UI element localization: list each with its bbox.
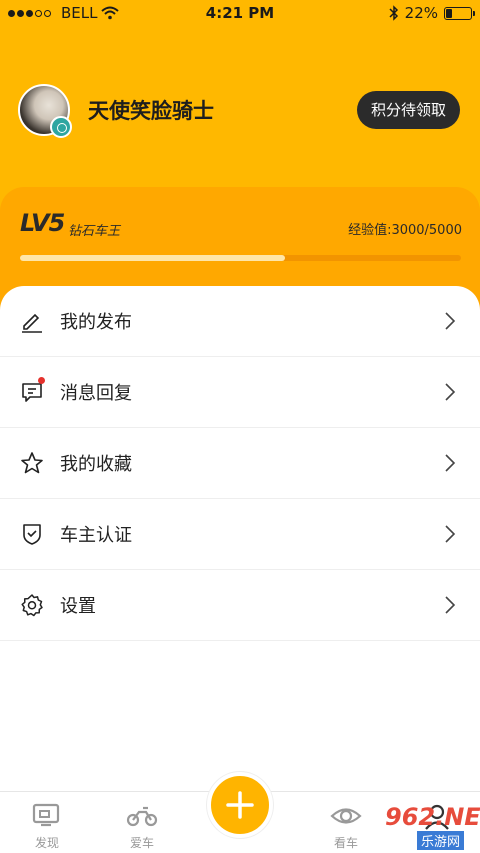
tab-label: 发现	[34, 836, 59, 850]
bluetooth-icon	[389, 5, 398, 21]
tab-label: 爱车	[129, 836, 154, 850]
menu-item-my-posts[interactable]: 我的发布	[0, 286, 480, 357]
menu-item-settings[interactable]: 设置	[0, 570, 480, 641]
shield-check-icon	[23, 524, 41, 545]
watermark-logo: 962.NET 乐游网	[345, 803, 480, 850]
gear-icon	[21, 594, 43, 617]
menu-label: 我的收藏	[60, 454, 132, 475]
discover-icon	[32, 803, 60, 827]
menu-item-favorites[interactable]: 我的收藏	[0, 428, 480, 499]
menu-label: 消息回复	[60, 383, 132, 404]
menu-item-message-replies[interactable]: 消息回复	[0, 357, 480, 428]
experience-progress-fill	[20, 255, 285, 261]
experience-progress-bar	[20, 255, 461, 261]
username: 天使笑脸骑士	[88, 99, 214, 123]
chevron-right-icon	[445, 454, 456, 472]
tab-discover[interactable]: 发现	[7, 792, 87, 853]
add-post-button[interactable]	[207, 772, 273, 838]
star-icon	[21, 452, 43, 474]
edit-icon	[22, 313, 42, 333]
tab-my-car[interactable]: 爱车	[102, 792, 182, 853]
menu-item-owner-verification[interactable]: 车主认证	[0, 499, 480, 570]
watermark-sub: 乐游网	[417, 831, 465, 850]
unread-dot	[38, 377, 45, 384]
menu-label: 车主认证	[60, 525, 132, 546]
menu-panel: 我的发布 消息回复 我的收藏 车主认证 设置	[0, 286, 480, 853]
status-right: 22%	[389, 4, 475, 22]
level-title: 钻石车王	[68, 224, 121, 239]
level-badge: LV5	[20, 209, 65, 237]
chevron-right-icon	[445, 383, 456, 401]
watermark-brand: 962.NET	[385, 803, 480, 831]
experience-text: 经验值:3000/5000	[348, 223, 462, 238]
profile-header[interactable]: 天使笑脸骑士	[18, 84, 214, 136]
menu-label: 设置	[60, 596, 96, 617]
battery-level	[446, 8, 452, 18]
motorcycle-icon	[126, 806, 158, 827]
plus-icon	[226, 791, 254, 819]
chevron-right-icon	[445, 312, 456, 330]
verified-badge-icon	[50, 116, 72, 138]
chevron-right-icon	[445, 525, 456, 543]
chevron-right-icon	[445, 596, 456, 614]
claim-points-button[interactable]: 积分待领取	[356, 91, 460, 129]
status-bar: BELL 4:21 PM 22%	[0, 0, 480, 26]
battery-icon	[444, 6, 475, 20]
battery-percent: 22%	[404, 4, 438, 22]
menu-label: 我的发布	[60, 312, 132, 333]
